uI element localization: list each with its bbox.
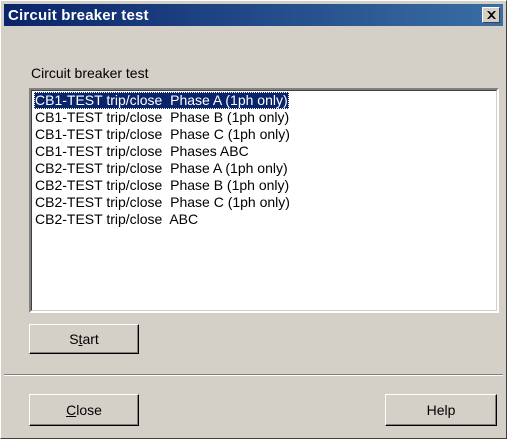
listbox-content: CB1-TEST trip/close Phase A (1ph only) CB… <box>31 90 497 311</box>
list-item[interactable]: CB1-TEST trip/close Phases ABC <box>34 143 250 160</box>
separator <box>4 374 503 376</box>
circuit-breaker-test-dialog: Circuit breaker test Circuit breaker tes… <box>0 0 507 439</box>
test-listbox[interactable]: CB1-TEST trip/close Phase A (1ph only) CB… <box>29 88 499 313</box>
help-button-label: Help <box>426 402 456 418</box>
help-button[interactable]: Help <box>385 394 497 426</box>
list-item[interactable]: CB2-TEST trip/close Phase A (1ph only) <box>34 160 289 177</box>
list-item[interactable]: CB1-TEST trip/close Phase B (1ph only) <box>34 109 290 126</box>
close-icon <box>487 11 496 19</box>
close-button-label: Close <box>66 402 102 418</box>
list-item[interactable]: CB2-TEST trip/close Phase B (1ph only) <box>34 177 290 194</box>
list-item[interactable]: CB2-TEST trip/close Phase C (1ph only) <box>34 194 291 211</box>
group-label: Circuit breaker test <box>31 65 149 81</box>
title-bar[interactable]: Circuit breaker test <box>4 4 503 26</box>
window-title: Circuit breaker test <box>8 7 149 24</box>
list-item[interactable]: CB1-TEST trip/close Phase C (1ph only) <box>34 126 291 143</box>
close-button[interactable]: Close <box>29 394 139 426</box>
list-item[interactable]: CB2-TEST trip/close ABC <box>34 211 199 228</box>
list-item[interactable]: CB1-TEST trip/close Phase A (1ph only) <box>34 92 289 109</box>
start-button-label: Start <box>69 331 99 347</box>
title-close-button[interactable] <box>482 7 500 23</box>
start-button[interactable]: Start <box>29 324 139 354</box>
